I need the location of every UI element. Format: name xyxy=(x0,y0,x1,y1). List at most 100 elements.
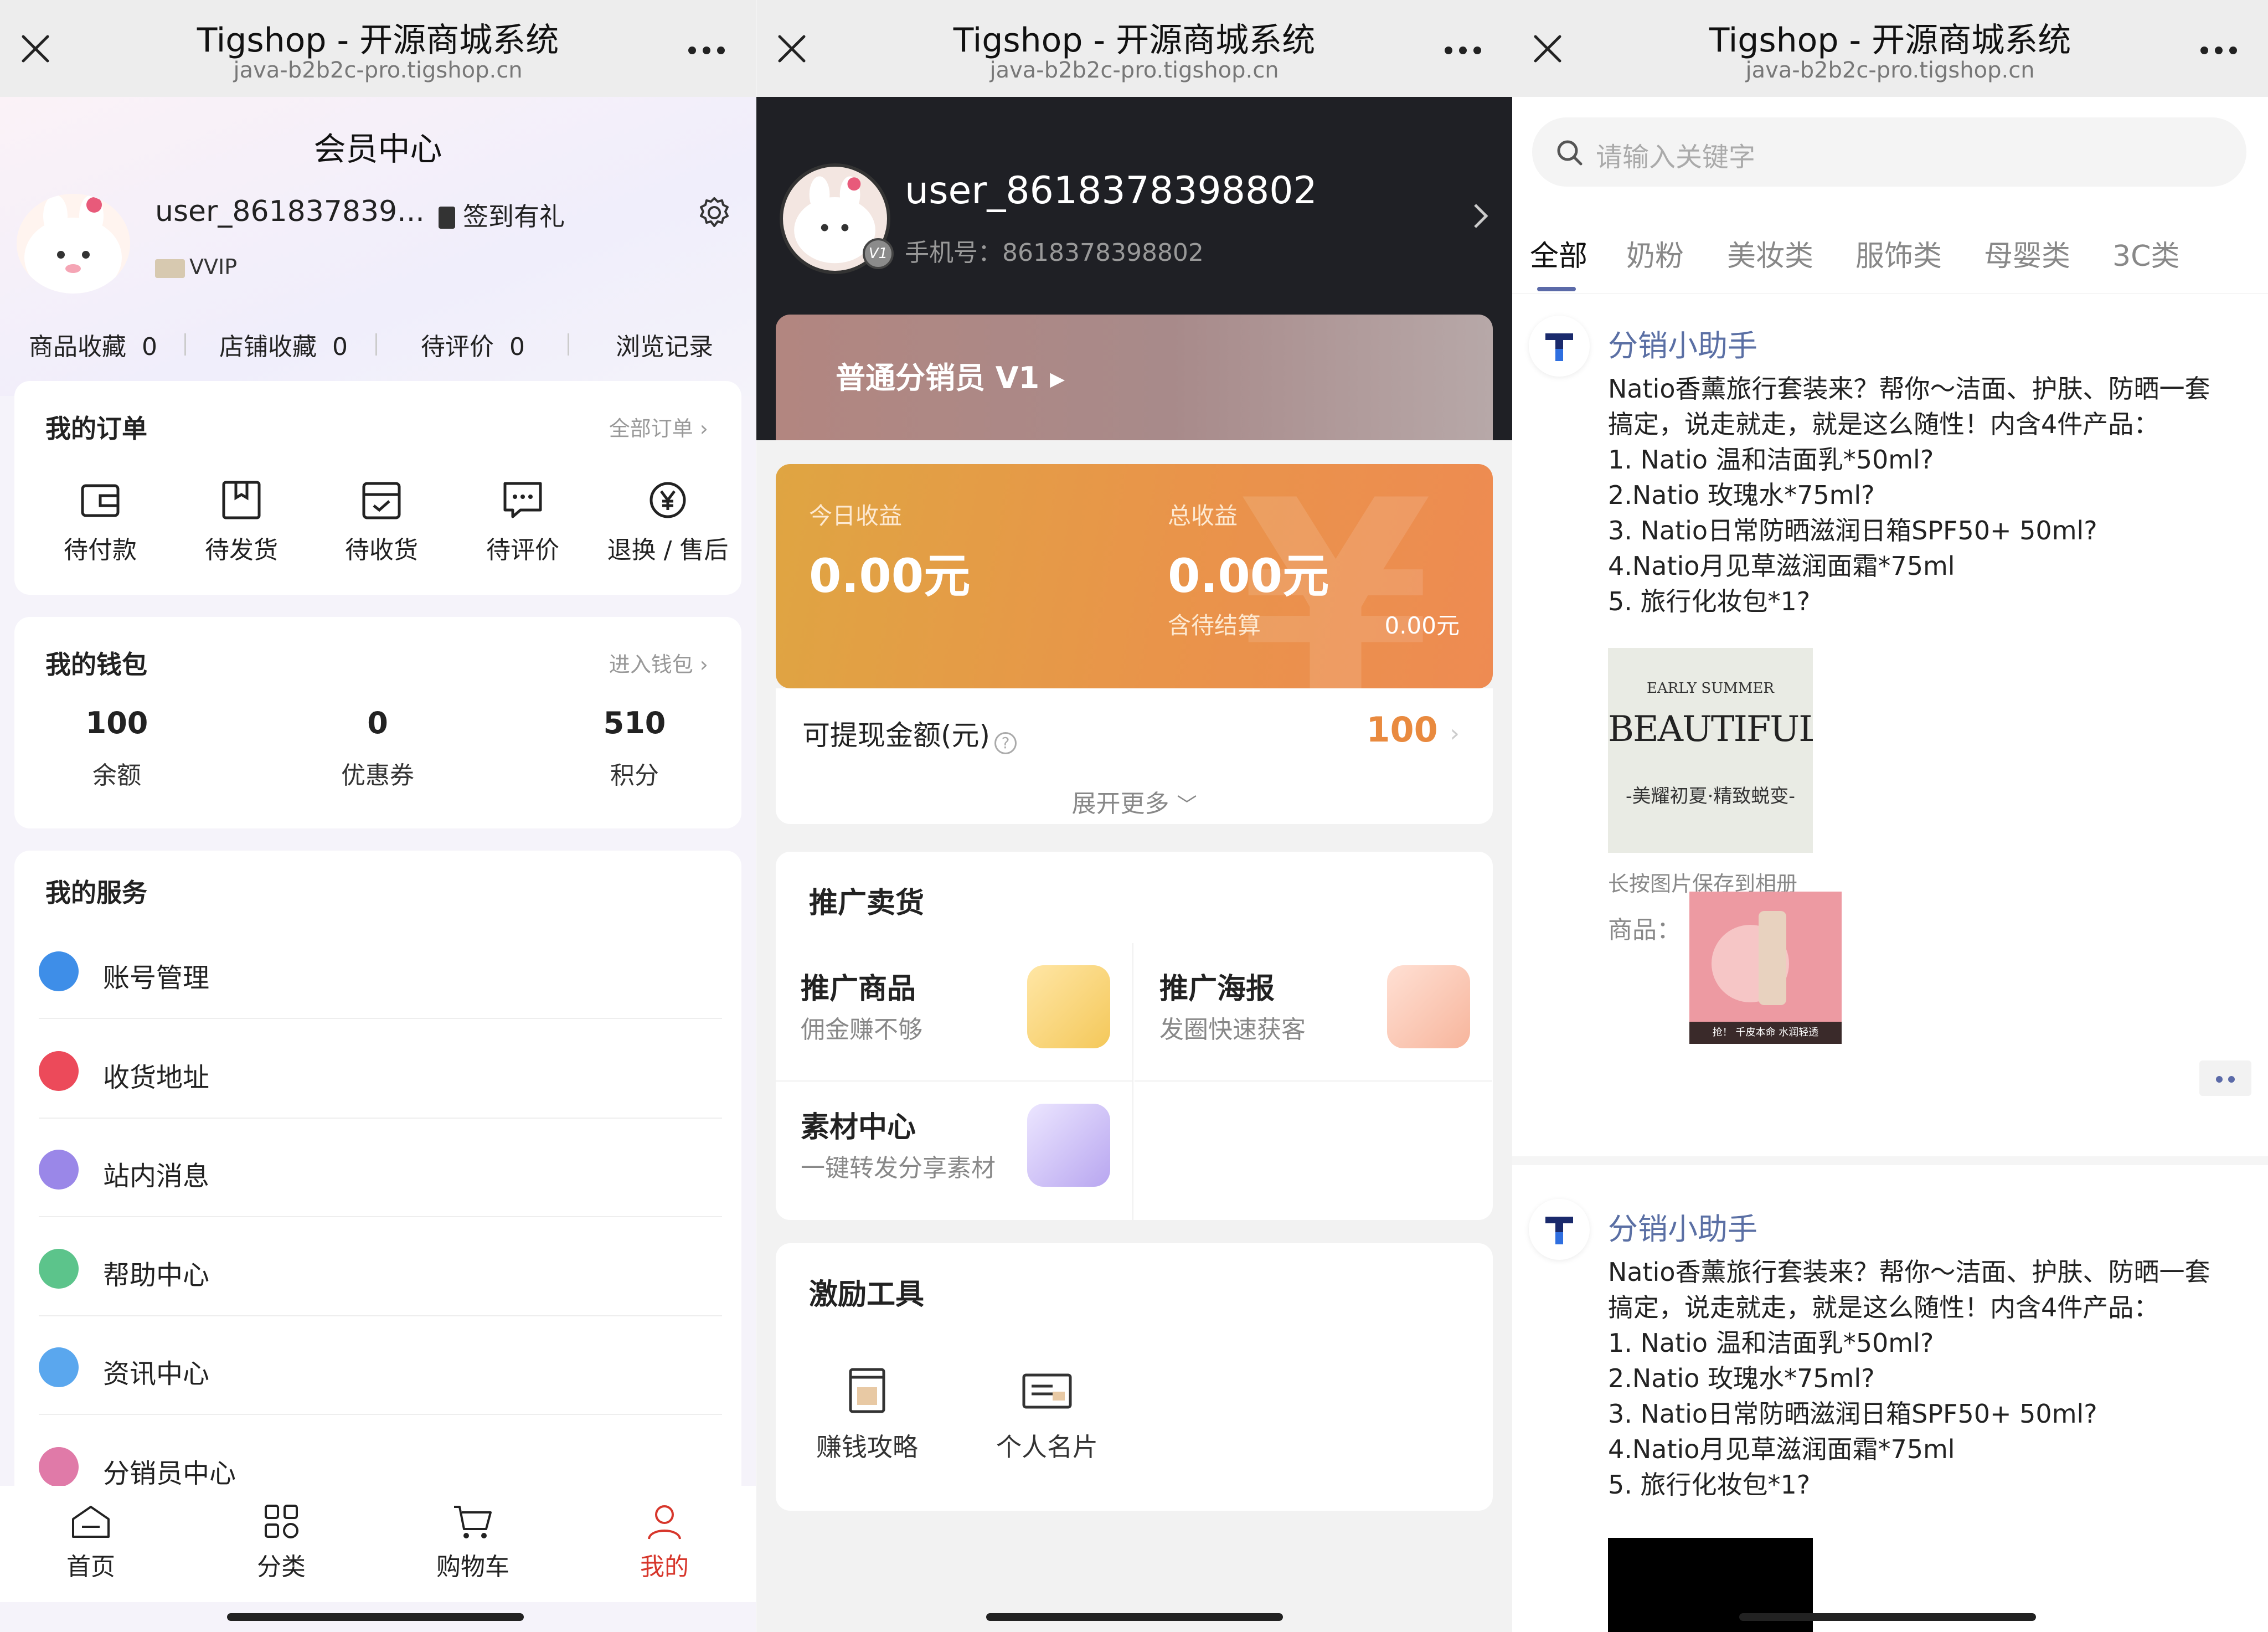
browser-url: java-b2b2c-pro.tigshop.cn xyxy=(1745,58,2035,83)
browser-title: Tigshop - 开源商城系统 xyxy=(1709,21,2071,60)
category-grid-icon xyxy=(265,1505,298,1538)
promo-card: 推广卖货 推广商品 佣金赚不够 推广海报 发圈快速获客 素材中心 一键转发分享素材 xyxy=(776,852,1493,1220)
category-3c[interactable]: 3C类 xyxy=(2112,233,2179,274)
inbox-icon xyxy=(362,482,401,519)
category-beauty[interactable]: 美妆类 xyxy=(1727,233,1813,274)
sign-in-button[interactable]: 签到有礼 xyxy=(439,197,565,233)
distributor-icon xyxy=(39,1447,79,1487)
bottom-tabbar: 首页 分类 购物车 我的 xyxy=(0,1486,756,1602)
wallet-title: 我的钱包 xyxy=(45,650,147,679)
category-baby[interactable]: 母婴类 xyxy=(1984,233,2070,274)
total-earnings-value: 0.00元 xyxy=(1168,549,1329,603)
comment-icon xyxy=(503,482,542,518)
browser-bar: Tigshop - 开源商城系统 java-b2b2c-pro.tigshop.… xyxy=(756,0,1512,97)
post-body: Natio香薰旅行套装来？帮你～洁面、护肤、防晒一套 搞定，说走就走，就是这么随… xyxy=(1608,1257,2210,1500)
business-card-icon xyxy=(1022,1373,1072,1409)
user-icon xyxy=(39,951,79,991)
tool-earning-guide[interactable]: 赚钱攻略 xyxy=(801,1365,934,1464)
withdraw-label: 可提现金额(元)? xyxy=(802,713,1017,754)
pending-label: 含待结算 xyxy=(1168,612,1261,639)
withdraw-value[interactable]: 100 › xyxy=(1366,709,1460,750)
post-author: 分销小助手 xyxy=(1608,1212,1757,1247)
category-milk[interactable]: 奶粉 xyxy=(1626,233,1684,274)
wallet-icon xyxy=(81,484,120,517)
promo-materials[interactable]: 素材中心 一键转发分享素材 xyxy=(776,1082,1133,1220)
service-help[interactable]: 帮助中心 xyxy=(39,1217,722,1316)
chevron-right-icon[interactable] xyxy=(1470,199,1492,233)
distributor-level-banner[interactable]: 普通分销员 V1 ▸ xyxy=(776,315,1493,440)
order-after-sale[interactable]: 退换 / 售后 xyxy=(596,478,740,565)
folder-icon xyxy=(1027,1104,1110,1187)
all-orders-link[interactable]: 全部订单 › xyxy=(609,411,708,442)
balance-value[interactable]: 100 xyxy=(61,706,172,740)
more-icon[interactable] xyxy=(688,47,725,54)
promo-poster[interactable]: 推广海报 发圈快速获客 xyxy=(1135,943,1492,1082)
withdraw-card: 可提现金额(元)? 100 › 展开更多 ﹀ xyxy=(776,688,1493,824)
enter-wallet-link[interactable]: 进入钱包 › xyxy=(609,647,708,678)
cart-icon xyxy=(454,1506,492,1538)
expand-more-button[interactable]: 展开更多 ﹀ xyxy=(776,784,1493,819)
stat-history[interactable]: 浏览记录 xyxy=(616,327,713,362)
order-pending-ship[interactable]: 待发货 xyxy=(178,478,305,565)
distributor-screen: Tigshop - 开源商城系统 java-b2b2c-pro.tigshop.… xyxy=(756,0,1512,1632)
browser-bar: Tigshop - 开源商城系统 java-b2b2c-pro.tigshop.… xyxy=(1512,0,2268,97)
stat-favorite-goods[interactable]: 商品收藏 0 xyxy=(29,327,157,362)
post-author: 分销小助手 xyxy=(1608,328,1757,363)
browser-url: java-b2b2c-pro.tigshop.cn xyxy=(233,58,523,83)
help-question-icon[interactable]: ? xyxy=(994,732,1017,754)
wallet-card: 我的钱包 进入钱包 › 100 余额 0 优惠券 510 积分 xyxy=(14,617,741,828)
orders-card: 我的订单 全部订单 › 待付款 待发货 待收货 待评价 退换 / 售后 xyxy=(14,381,741,595)
order-pending-payment[interactable]: 待付款 xyxy=(37,478,164,565)
search-input[interactable]: 请输入关键字 xyxy=(1532,117,2246,187)
brand-logo-icon xyxy=(1529,316,1590,377)
earnings-card: ¥ 今日收益 0.00元 总收益 0.00元 含待结算 0.00元 xyxy=(776,464,1493,688)
news-icon xyxy=(39,1347,79,1387)
search-placeholder: 请输入关键字 xyxy=(1596,142,1756,173)
shopping-bag-icon xyxy=(1027,965,1110,1048)
post-image[interactable]: EARLY SUMMER BEAUTIFUL -美耀初夏·精致蜕变- xyxy=(1608,648,1813,853)
order-pending-receive[interactable]: 待收货 xyxy=(318,478,445,565)
promo-title: 推广卖货 xyxy=(809,887,925,920)
category-tabs: 全部 奶粉 美妆类 服饰类 母婴类 3C类 xyxy=(1512,222,2268,294)
tab-cart[interactable]: 购物车 xyxy=(417,1502,528,1582)
services-title: 我的服务 xyxy=(45,878,147,908)
home-icon xyxy=(72,1506,110,1538)
pending-value: 0.00元 xyxy=(1384,612,1460,639)
service-account[interactable]: 账号管理 xyxy=(39,919,722,1019)
service-messages[interactable]: 站内消息 xyxy=(39,1118,722,1217)
browser-url: java-b2b2c-pro.tigshop.cn xyxy=(989,58,1279,83)
category-all[interactable]: 全部 xyxy=(1530,233,1587,274)
tab-home[interactable]: 首页 xyxy=(35,1502,146,1582)
stat-pending-review[interactable]: 待评价 0 xyxy=(421,327,525,362)
tab-mine[interactable]: 我的 xyxy=(609,1502,720,1582)
location-pin-icon xyxy=(39,1051,79,1091)
tools-card: 激励工具 赚钱攻略 个人名片 xyxy=(776,1243,1493,1511)
balance-label: 余额 xyxy=(92,761,141,790)
page-title: 会员中心 xyxy=(313,130,442,168)
brand-logo-icon xyxy=(1529,1199,1590,1260)
more-dots-button[interactable] xyxy=(2199,1060,2251,1096)
book-icon xyxy=(849,1368,885,1413)
coupon-value[interactable]: 0 xyxy=(322,706,433,740)
settings-gear-icon[interactable] xyxy=(697,195,732,230)
goods-thumbnail[interactable]: 抢！ 千皮本命 水润轻透 xyxy=(1689,892,1842,1044)
tool-business-card[interactable]: 个人名片 xyxy=(981,1365,1114,1464)
level-badge: V1 xyxy=(863,238,894,269)
more-icon[interactable] xyxy=(1445,47,1481,54)
category-clothing[interactable]: 服饰类 xyxy=(1855,233,1942,274)
order-pending-review[interactable]: 待评价 xyxy=(459,478,586,565)
stats-row: 商品收藏 0 店铺收藏 0 待评价 0 浏览记录 xyxy=(0,327,756,362)
points-value[interactable]: 510 xyxy=(579,706,690,740)
username: user_861837839... xyxy=(155,195,425,228)
orders-title: 我的订单 xyxy=(45,414,147,444)
service-address[interactable]: 收货地址 xyxy=(39,1019,722,1119)
tools-title: 激励工具 xyxy=(809,1278,925,1311)
service-news[interactable]: 资讯中心 xyxy=(39,1315,722,1415)
stat-favorite-shops[interactable]: 店铺收藏 0 xyxy=(219,327,348,362)
promo-goods[interactable]: 推广商品 佣金赚不够 xyxy=(776,943,1133,1082)
message-icon xyxy=(39,1150,79,1190)
more-icon[interactable] xyxy=(2200,47,2237,54)
post-body: Natio香薰旅行套装来？帮你～洁面、护肤、防晒一套 搞定，说走就走，就是这么随… xyxy=(1608,374,2210,616)
tab-category[interactable]: 分类 xyxy=(226,1502,337,1582)
avatar[interactable] xyxy=(17,194,130,294)
